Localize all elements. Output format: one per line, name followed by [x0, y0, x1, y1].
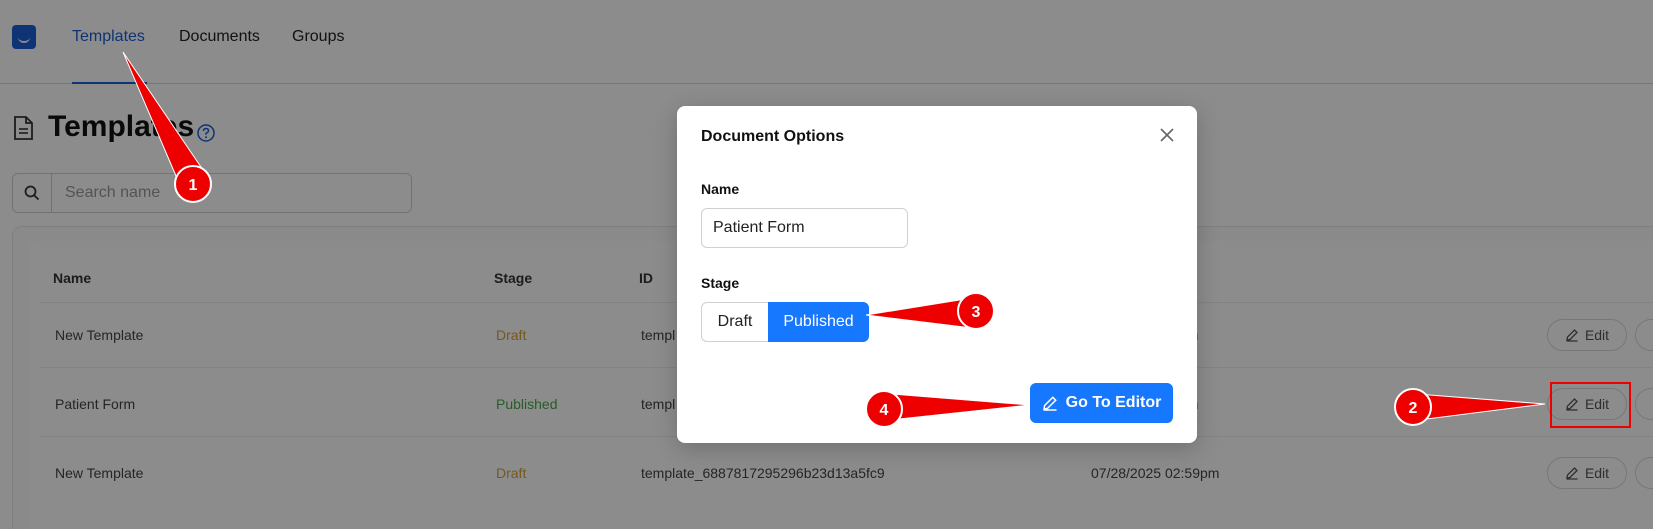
stage-option-published[interactable]: Published [768, 302, 869, 342]
name-field-label: Name [701, 181, 740, 197]
go-to-editor-button[interactable]: Go To Editor [1030, 383, 1173, 423]
modal-title: Document Options [701, 128, 845, 145]
name-input[interactable] [701, 208, 908, 248]
stage-field-label: Stage [701, 275, 740, 291]
pencil-icon [1042, 396, 1057, 411]
stage-option-draft[interactable]: Draft [701, 302, 768, 342]
go-to-editor-label: Go To Editor [1065, 394, 1162, 411]
highlight-box [1550, 382, 1631, 428]
close-icon[interactable] [1158, 126, 1176, 144]
document-options-modal: Document Options Name Stage Draft Publis… [677, 106, 1197, 443]
